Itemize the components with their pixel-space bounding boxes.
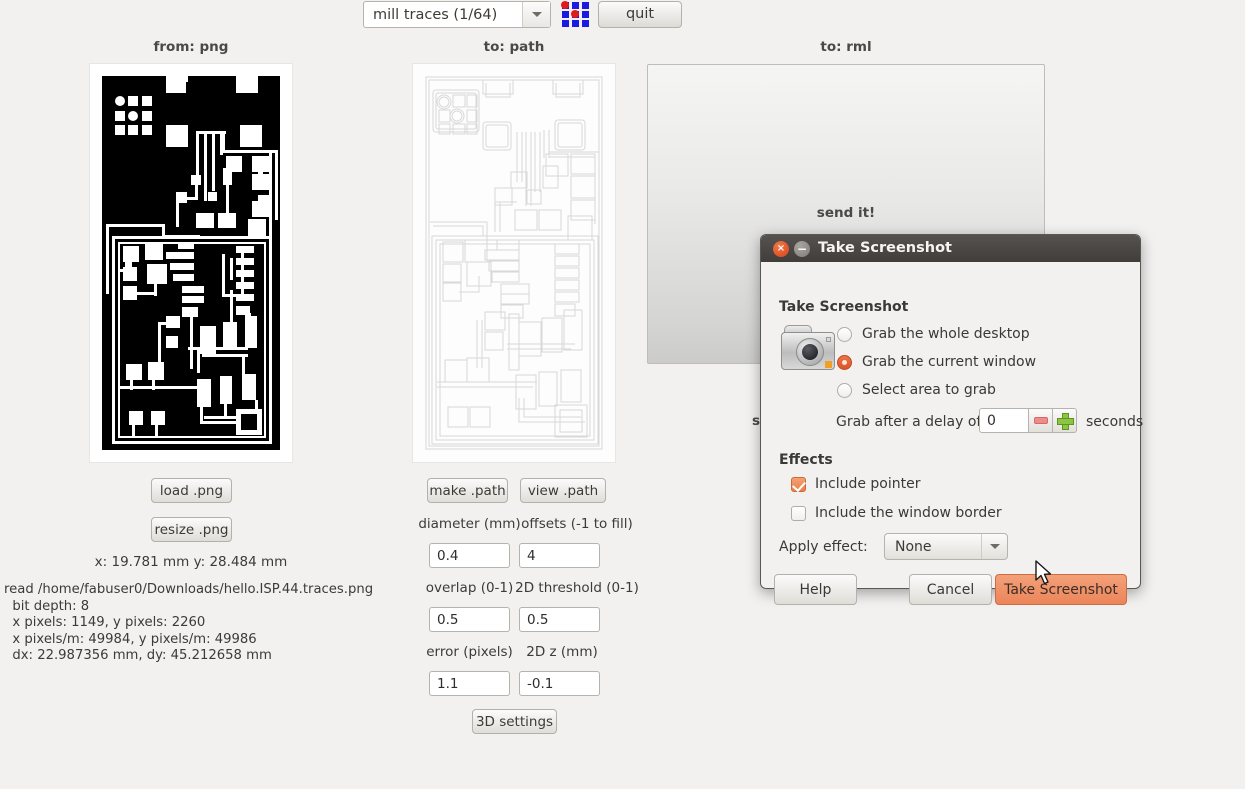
radio-icon-select-area[interactable] — [837, 382, 852, 398]
z-label: 2D z (mm) — [526, 644, 598, 660]
delay-prefix-label: Grab after a delay of — [836, 414, 982, 430]
offsets-label: offsets (-1 to fill) — [521, 516, 633, 532]
radio-grab-current-window[interactable]: Grab the current window — [837, 354, 1036, 370]
radio-icon-whole-desktop[interactable] — [837, 326, 852, 342]
png-column-title: from: png — [153, 39, 229, 55]
dialog-body: Take Screenshot Grab the whole desktop G… — [761, 262, 1144, 605]
apply-effect-value: None — [895, 538, 932, 555]
effects-section-title: Effects — [779, 452, 833, 468]
checkbox-include-window-border[interactable]: Include the window border — [791, 505, 1002, 521]
threshold-label: 2D threshold (0-1) — [515, 580, 639, 596]
delay-suffix-label: seconds — [1086, 414, 1144, 430]
threshold-input[interactable]: 0.5 — [519, 607, 600, 632]
camera-icon — [779, 322, 837, 372]
take-screenshot-dialog: × − Take Screenshot Take Screenshot Grab… — [760, 234, 1144, 605]
make-path-button[interactable]: make .path — [427, 478, 508, 503]
dialog-title: Take Screenshot — [818, 240, 952, 256]
load-png-button[interactable]: load .png — [151, 478, 232, 503]
app-window: mill traces (1/64) quit from: png to: pa… — [0, 0, 1245, 789]
close-icon[interactable]: × — [773, 241, 789, 257]
quit-button[interactable]: quit — [598, 1, 682, 28]
send-it-label: send it! — [816, 205, 876, 221]
checkbox-label-include-pointer: Include pointer — [815, 476, 921, 492]
radio-icon-current-window[interactable] — [837, 354, 852, 370]
png-preview[interactable] — [89, 63, 293, 463]
dialog-titlebar[interactable]: × − Take Screenshot — [761, 235, 1140, 262]
cancel-button[interactable]: Cancel — [909, 574, 992, 605]
delay-decrement-button[interactable] — [1029, 408, 1053, 433]
path-column-title: to: path — [483, 39, 545, 55]
radio-label-current-window: Grab the current window — [862, 354, 1037, 370]
apply-effect-select[interactable]: None — [884, 533, 1008, 560]
cursor-coordinates: x: 19.781 mm y: 28.484 mm — [94, 554, 288, 570]
top-toolbar: mill traces (1/64) quit — [0, 0, 1245, 30]
minimize-icon[interactable]: − — [794, 241, 810, 257]
chevron-down-icon-effect[interactable] — [981, 534, 1007, 559]
path-preview-image — [413, 64, 615, 462]
offsets-input[interactable]: 4 — [519, 543, 600, 568]
checkbox-label-include-window-border: Include the window border — [815, 505, 1002, 521]
radio-select-area[interactable]: Select area to grab — [837, 382, 996, 398]
take-screenshot-button[interactable]: Take Screenshot — [995, 574, 1127, 605]
rml-column-title: to: rml — [820, 39, 872, 55]
help-button[interactable]: Help — [774, 574, 857, 605]
error-input[interactable]: 1.1 — [429, 671, 510, 696]
grid-icon[interactable] — [561, 1, 589, 28]
checkbox-icon-include-pointer[interactable] — [791, 476, 806, 492]
png-preview-image — [90, 64, 292, 462]
delay-input[interactable]: 0 — [979, 408, 1029, 433]
3d-settings-button[interactable]: 3D settings — [472, 709, 557, 734]
png-log-output: read /home/fabuser0/Downloads/hello.ISP.… — [4, 582, 374, 664]
radio-label-select-area: Select area to grab — [862, 382, 996, 398]
checkbox-icon-include-window-border[interactable] — [791, 505, 806, 521]
radio-label-whole-desktop: Grab the whole desktop — [862, 326, 1030, 342]
apply-effect-label: Apply effect: — [779, 539, 868, 555]
resize-png-button[interactable]: resize .png — [151, 517, 232, 542]
z-input[interactable]: -0.1 — [519, 671, 600, 696]
radio-grab-whole-desktop[interactable]: Grab the whole desktop — [837, 326, 1030, 342]
checkbox-include-pointer[interactable]: Include pointer — [791, 476, 921, 492]
occluded-label: s — [752, 413, 761, 429]
path-preview[interactable] — [412, 63, 616, 463]
diameter-input[interactable]: 0.4 — [429, 543, 510, 568]
chevron-down-icon[interactable] — [522, 2, 550, 27]
process-select[interactable]: mill traces (1/64) — [363, 1, 551, 28]
process-select-value: mill traces (1/64) — [373, 6, 498, 23]
screenshot-section-title: Take Screenshot — [779, 299, 909, 315]
view-path-button[interactable]: view .path — [520, 478, 606, 503]
overlap-input[interactable]: 0.5 — [429, 607, 510, 632]
mouse-cursor — [1035, 560, 1052, 585]
delay-increment-button[interactable] — [1053, 408, 1077, 433]
